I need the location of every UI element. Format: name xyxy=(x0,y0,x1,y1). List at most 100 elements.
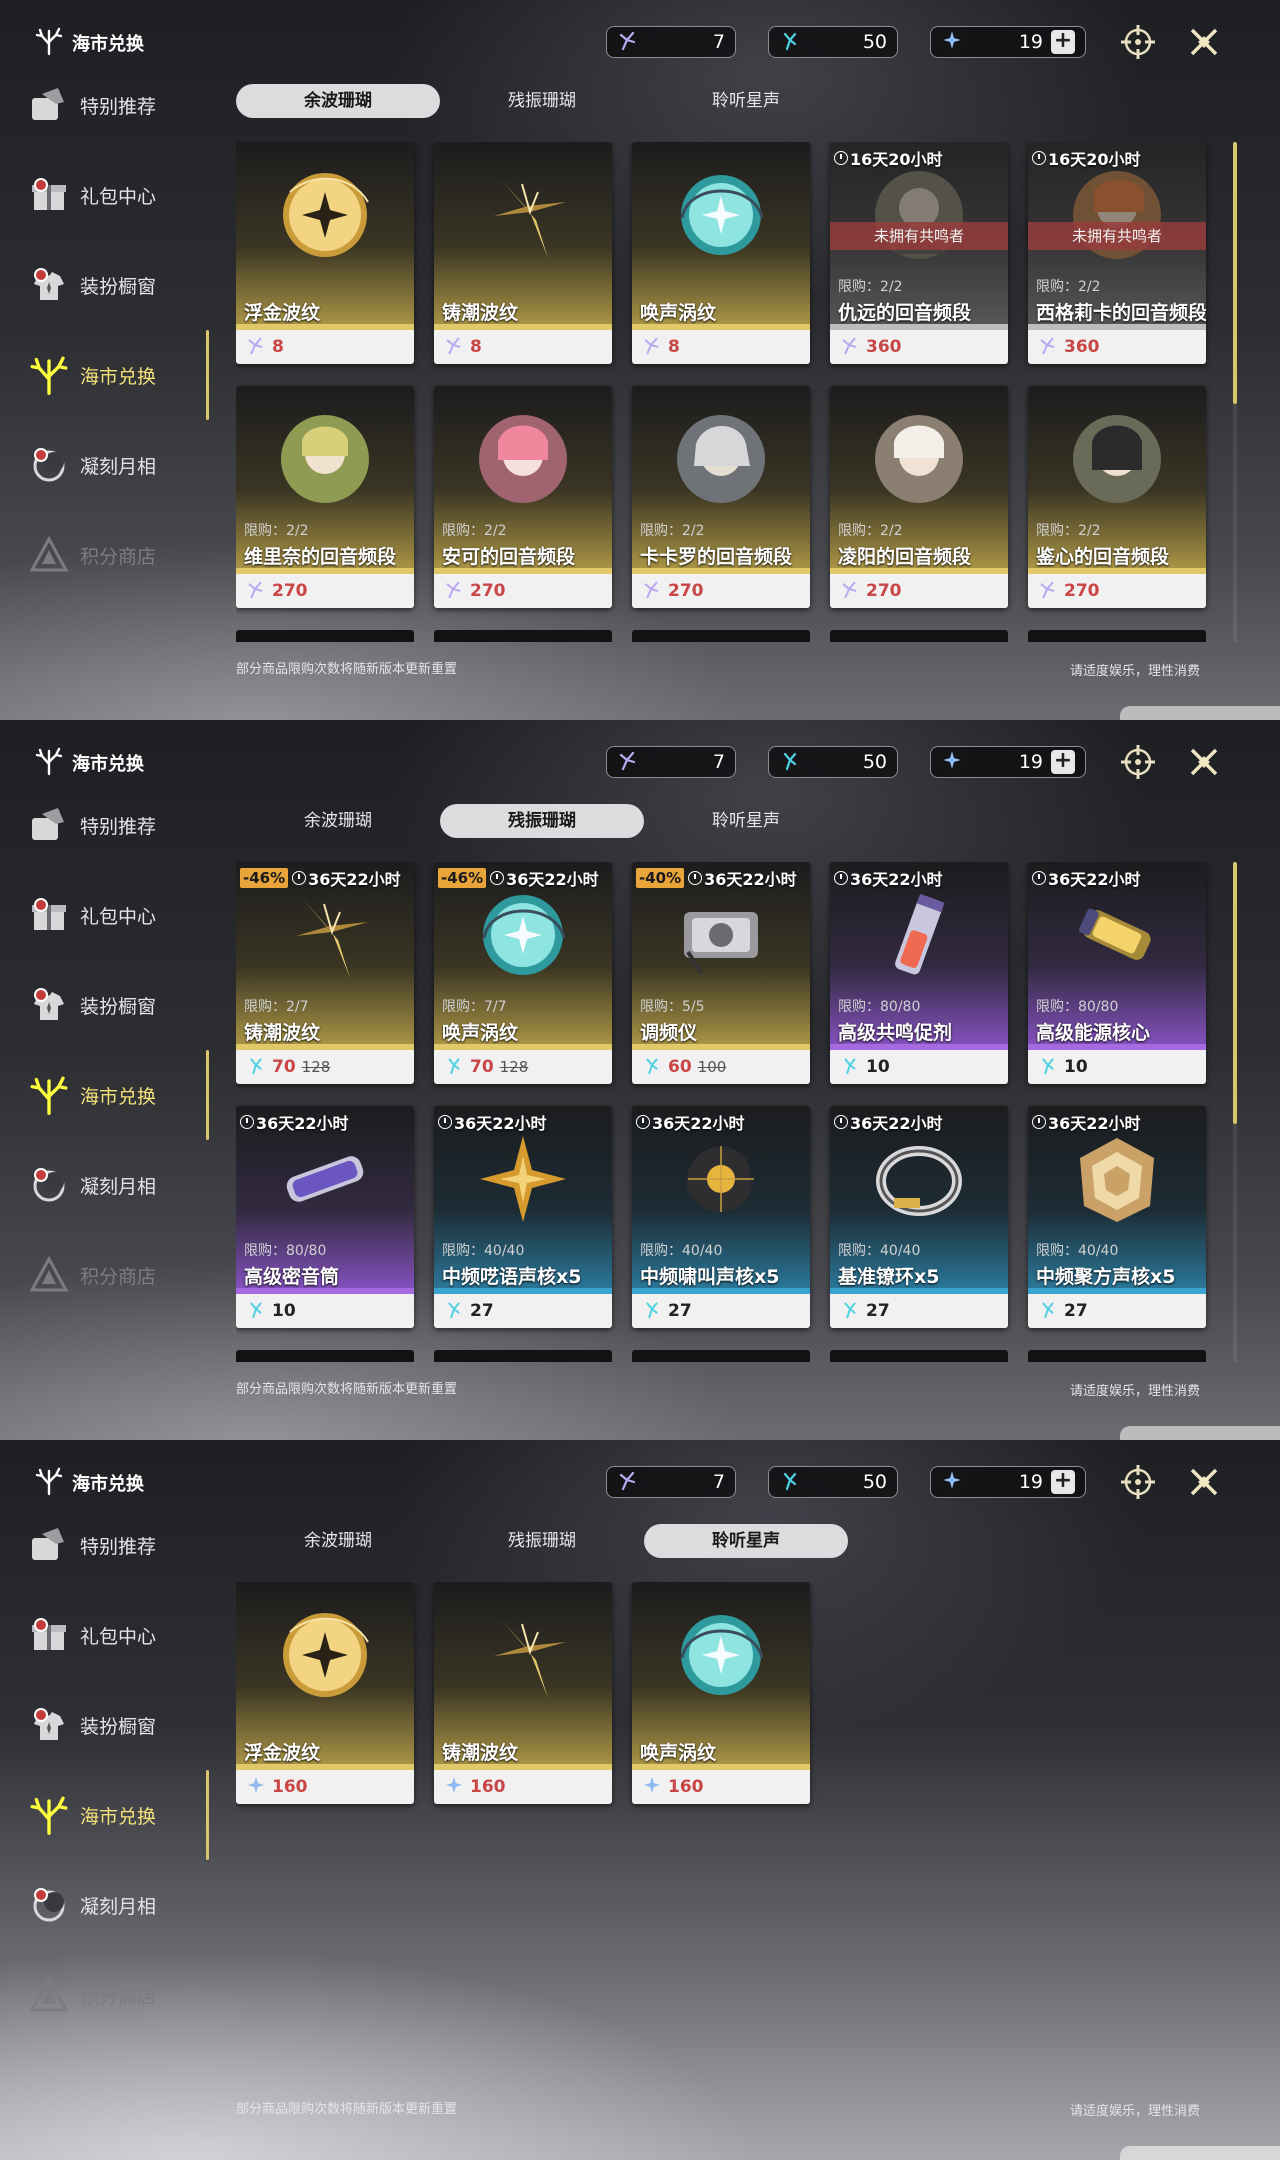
purchase-limit: 限购：40/40 xyxy=(838,1243,921,1259)
shop-item-card[interactable]: -46% 36天22小时 限购：2/7 铸潮波纹 70 128 xyxy=(236,862,414,1084)
crosshair-button[interactable] xyxy=(1118,1462,1158,1502)
add-currency-button[interactable]: + xyxy=(1051,1470,1075,1494)
shop-item-card[interactable]: 限购：2/2 鉴心的回音频段 270 xyxy=(1028,386,1206,608)
sidebar-item-5[interactable]: 积分商店 xyxy=(28,1250,208,1300)
close-icon xyxy=(1184,1468,1224,1506)
shop-item-card[interactable]: 限购：2/2 卡卡罗的回音频段 270 xyxy=(632,386,810,608)
tab-2[interactable]: 聆听星声 xyxy=(644,804,848,838)
shop-item-card[interactable]: 36天22小时 限购：80/80 高级能源核心 10 xyxy=(1028,862,1206,1084)
price-value: 27 xyxy=(470,1301,494,1321)
tab-0[interactable]: 余波珊瑚 xyxy=(236,1524,440,1558)
not-owned-banner: 未拥有共鸣者 xyxy=(1028,222,1206,250)
header-title: 海市兑换 xyxy=(34,26,144,61)
price-value: 360 xyxy=(1064,337,1100,357)
header-title: 海市兑换 xyxy=(34,1466,144,1501)
purchase-limit: 限购：7/7 xyxy=(442,999,507,1015)
timer-row: 36天22小时 xyxy=(438,1110,547,1134)
outfit-icon xyxy=(28,984,70,1026)
scrollbar[interactable] xyxy=(1233,142,1237,404)
currency-value: 7 xyxy=(712,31,725,53)
coral-icon xyxy=(34,1466,64,1501)
crosshair-button[interactable] xyxy=(1118,22,1158,62)
tab-2[interactable]: 聆听星声 xyxy=(644,1524,848,1558)
close-button[interactable] xyxy=(1184,742,1224,782)
item-art xyxy=(272,1126,378,1232)
star-sound-icon xyxy=(941,749,963,775)
sidebar-item-label: 礼包中心 xyxy=(80,185,157,208)
crosshair-button[interactable] xyxy=(1118,742,1158,782)
scrollbar[interactable] xyxy=(1233,862,1237,1124)
clock-icon xyxy=(1032,151,1046,165)
sidebar-item-2[interactable]: 装扮橱窗 xyxy=(28,260,208,310)
price-row: 27 xyxy=(830,1294,1008,1328)
shop-item-card[interactable]: 浮金波纹 160 xyxy=(236,1582,414,1804)
sidebar-item-2[interactable]: 装扮橱窗 xyxy=(28,980,208,1030)
discount-badge: -40% xyxy=(636,868,685,888)
shop-item-card[interactable]: 铸潮波纹 160 xyxy=(434,1582,612,1804)
timer-text: 16天20小时 xyxy=(1048,150,1141,169)
price-row: 360 xyxy=(1028,330,1206,364)
item-art xyxy=(668,1126,774,1232)
tab-0[interactable]: 余波珊瑚 xyxy=(236,84,440,118)
item-art xyxy=(866,882,972,988)
shop-item-card[interactable]: 唤声涡纹 160 xyxy=(632,1582,810,1804)
close-button[interactable] xyxy=(1184,22,1224,62)
shop-item-card[interactable]: 限购：2/2 维里奈的回音频段 270 xyxy=(236,386,414,608)
add-currency-button[interactable]: + xyxy=(1051,30,1075,54)
sidebar-item-1[interactable]: 礼包中心 xyxy=(28,170,208,220)
timer-text: 36天22小时 xyxy=(1048,1114,1141,1133)
price-row: 270 xyxy=(236,574,414,608)
tab-1[interactable]: 残振珊瑚 xyxy=(440,804,644,838)
item-name: 高级共鸣促剂 xyxy=(838,1022,953,1044)
tab-2[interactable]: 聆听星声 xyxy=(644,84,848,118)
shop-item-card[interactable]: 36天22小时 限购：80/80 高级密音筒 10 xyxy=(236,1106,414,1328)
sidebar-item-1[interactable]: 礼包中心 xyxy=(28,890,208,940)
wave-coral-icon xyxy=(444,335,464,360)
clock-icon xyxy=(1032,871,1046,885)
tab-0[interactable]: 余波珊瑚 xyxy=(236,804,440,838)
sidebar-item-4[interactable]: 凝刻月相 xyxy=(28,1160,208,1210)
shop-item-card[interactable]: 铸潮波纹 8 xyxy=(434,142,612,364)
notification-dot xyxy=(34,448,48,462)
sidebar-item-0[interactable]: 特别推荐 xyxy=(28,1520,208,1570)
shop-item-card[interactable]: 36天22小时 限购：40/40 中频呓语声核x5 27 xyxy=(434,1106,612,1328)
add-currency-button[interactable]: + xyxy=(1051,750,1075,774)
clock-icon xyxy=(636,1115,650,1129)
sidebar-item-4[interactable]: 凝刻月相 xyxy=(28,440,208,490)
sidebar-item-2[interactable]: 装扮橱窗 xyxy=(28,1700,208,1750)
price-value: 160 xyxy=(668,1777,704,1797)
shop-item-card[interactable]: 未拥有共鸣者 16天20小时 限购：2/2 仇远的回音频段 360 xyxy=(830,142,1008,364)
shop-item-card[interactable]: 36天22小时 限购：40/40 基准镣环x5 27 xyxy=(830,1106,1008,1328)
timer-row: -46% 36天22小时 xyxy=(438,866,599,890)
shop-item-card[interactable]: 36天22小时 限购：80/80 高级共鸣促剂 10 xyxy=(830,862,1008,1084)
item-name: 铸潮波纹 xyxy=(244,1022,321,1044)
sidebar-item-1[interactable]: 礼包中心 xyxy=(28,1610,208,1660)
sidebar-item-3[interactable]: 海市兑换 xyxy=(28,350,208,400)
timer-text: 16天20小时 xyxy=(850,150,943,169)
sidebar-item-4[interactable]: 凝刻月相 xyxy=(28,1880,208,1930)
sidebar-item-3[interactable]: 海市兑换 xyxy=(28,1070,208,1120)
shop-item-card[interactable]: 限购：2/2 安可的回音频段 270 xyxy=(434,386,612,608)
close-button[interactable] xyxy=(1184,1462,1224,1502)
shop-item-card[interactable]: 浮金波纹 8 xyxy=(236,142,414,364)
shop-item-card[interactable]: 36天22小时 限购：40/40 中频啸叫声核x5 27 xyxy=(632,1106,810,1328)
shop-item-card[interactable]: 唤声涡纹 8 xyxy=(632,142,810,364)
sidebar-item-0[interactable]: 特别推荐 xyxy=(28,800,208,850)
shop-item-card[interactable]: -46% 36天22小时 限购：7/7 唤声涡纹 70 128 xyxy=(434,862,612,1084)
item-name: 浮金波纹 xyxy=(244,302,321,324)
coral-icon xyxy=(34,26,64,61)
sidebar-item-5[interactable]: 积分商店 xyxy=(28,530,208,580)
item-grid: -46% 36天22小时 限购：2/7 铸潮波纹 70 128 -46% 36天22小时限购：… xyxy=(236,862,1226,1362)
sidebar-item-3[interactable]: 海市兑换 xyxy=(28,1790,208,1840)
shop-item-card[interactable]: 36天22小时 限购：40/40 中频聚方声核x5 27 xyxy=(1028,1106,1206,1328)
sidebar-item-5[interactable]: 积分商店 xyxy=(28,1970,208,2020)
item-name: 维里奈的回音频段 xyxy=(244,546,397,568)
sidebar-item-0[interactable]: 特别推荐 xyxy=(28,80,208,130)
tab-1[interactable]: 残振珊瑚 xyxy=(440,1524,644,1558)
tab-1[interactable]: 残振珊瑚 xyxy=(440,84,644,118)
shop-item-card[interactable]: -40% 36天22小时 限购：5/5 调频仪 60 100 xyxy=(632,862,810,1084)
header-title-text: 海市兑换 xyxy=(72,1474,144,1495)
timer-text: 36天22小时 xyxy=(308,870,401,889)
shop-item-card[interactable]: 未拥有共鸣者 16天20小时 限购：2/2 西格莉卡的回音频段 360 xyxy=(1028,142,1206,364)
shop-item-card[interactable]: 限购：2/2 凌阳的回音频段 270 xyxy=(830,386,1008,608)
